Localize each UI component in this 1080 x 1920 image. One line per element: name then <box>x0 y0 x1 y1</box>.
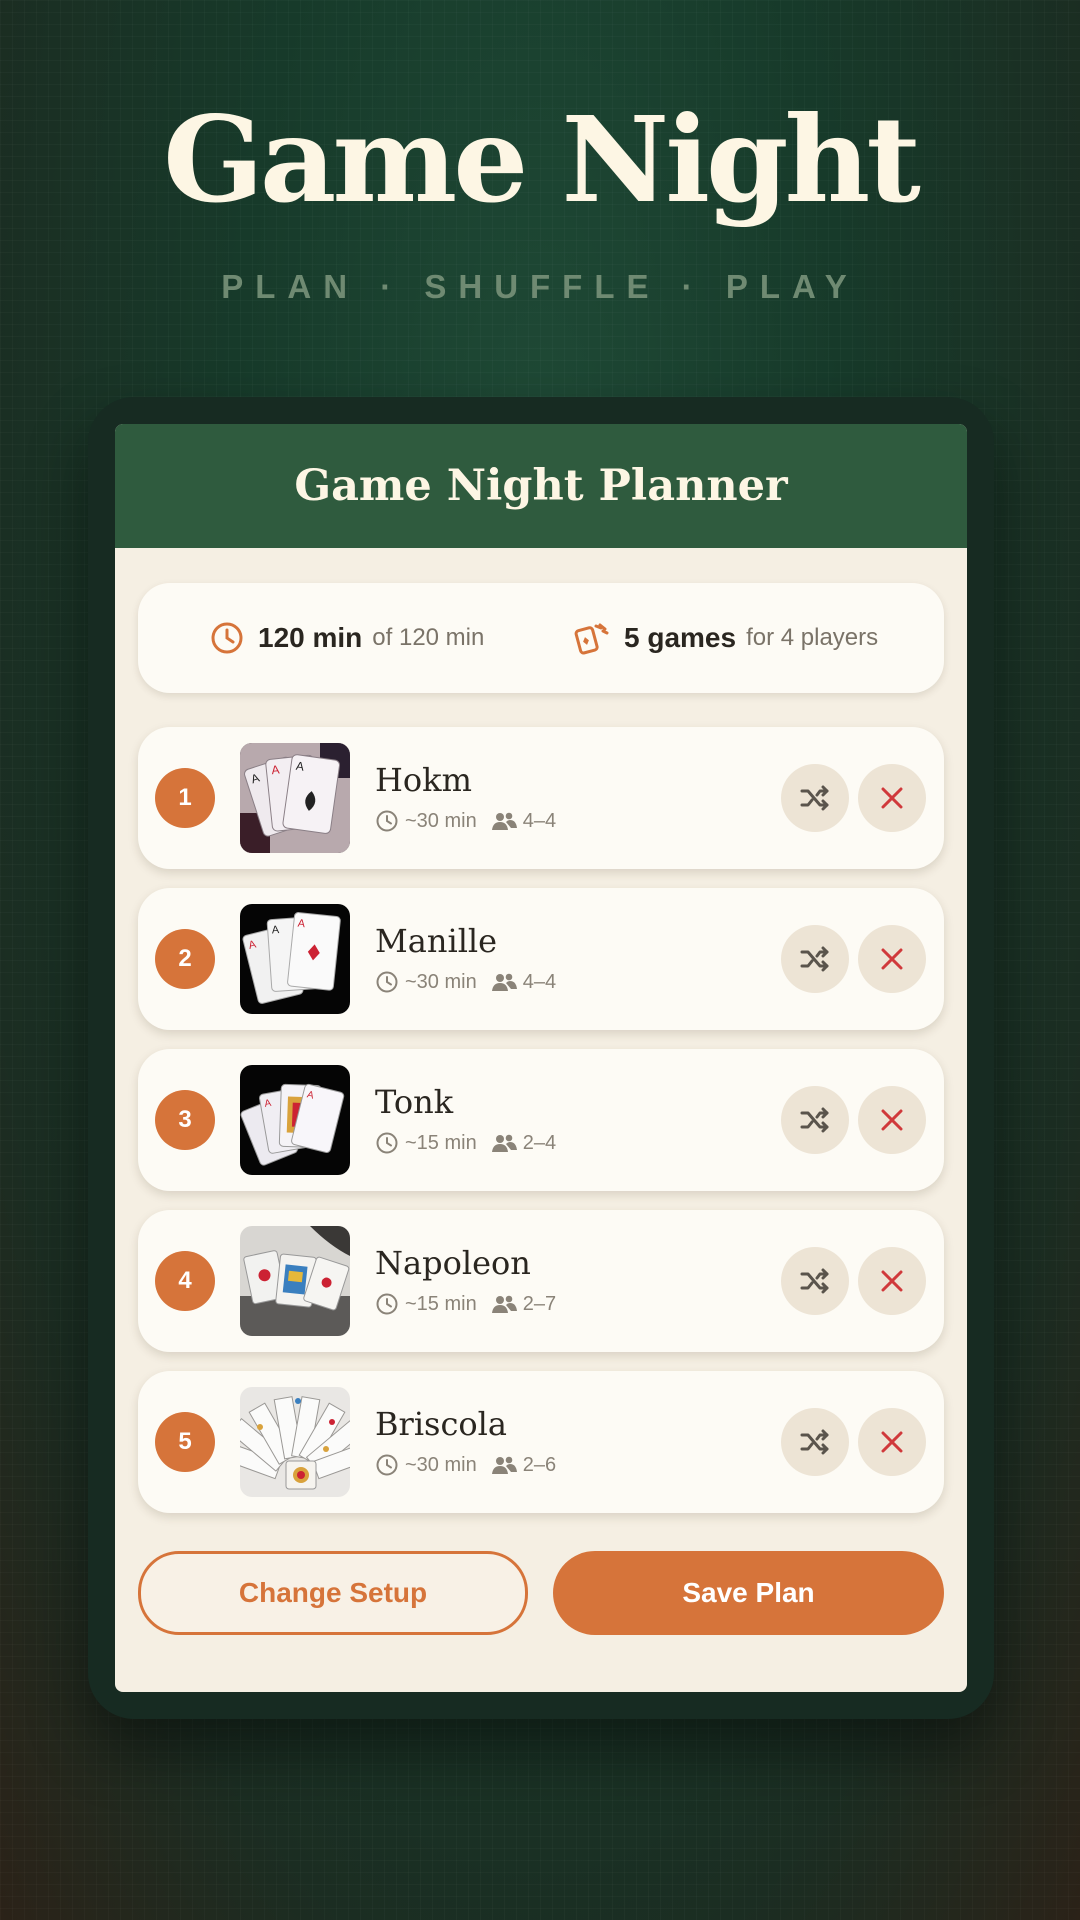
shuffle-icon <box>800 1429 829 1455</box>
players-count: for 4 players <box>746 624 879 651</box>
game-duration: ~15 min <box>405 1292 477 1315</box>
shuffle-icon <box>800 1107 829 1133</box>
shuffle-button[interactable] <box>781 1247 849 1315</box>
planner-title: Game Night Planner <box>294 461 788 511</box>
game-name: Briscola <box>375 1405 507 1443</box>
close-icon <box>881 1109 903 1131</box>
planner-header: Game Night Planner <box>115 424 967 548</box>
game-meta: ~30 min 4–4 <box>375 809 556 833</box>
close-icon <box>881 948 903 970</box>
game-thumbnail: A A <box>240 1065 350 1175</box>
hero-title: Game Night <box>163 90 921 229</box>
game-duration: ~30 min <box>405 1453 477 1476</box>
remove-button[interactable] <box>858 1408 926 1476</box>
game-name: Tonk <box>375 1083 454 1121</box>
shuffle-button[interactable] <box>781 1408 849 1476</box>
svg-text:A: A <box>271 762 280 777</box>
clock-icon <box>211 622 243 654</box>
plan-actions: Change Setup Save Plan <box>138 1551 944 1635</box>
shuffle-button[interactable] <box>781 1086 849 1154</box>
planner-card: Game Night Planner 120 min of 120 min 5 … <box>115 424 967 1692</box>
game-duration: ~15 min <box>405 1131 477 1154</box>
players-icon <box>491 1455 517 1475</box>
hero-subtitle: PLAN · SHUFFLE · PLAY <box>221 268 859 305</box>
players-icon <box>491 1133 517 1153</box>
time-total: 120 min <box>258 622 363 653</box>
clock-icon <box>375 1453 399 1477</box>
remove-button[interactable] <box>858 925 926 993</box>
game-thumbnail <box>240 1387 350 1497</box>
plan-summary: 120 min of 120 min 5 games for 4 players <box>138 583 944 693</box>
shuffle-icon <box>800 785 829 811</box>
close-icon <box>881 1431 903 1453</box>
shuffle-icon <box>800 1268 829 1294</box>
game-name: Hokm <box>375 761 472 799</box>
game-row: 2 A A A Manille ~30 min 4–4 <box>138 888 944 1030</box>
cards-icon <box>574 623 609 655</box>
games-list: 1 A A A Hokm ~30 min 4–4 2 A A A Manille… <box>138 727 944 1532</box>
game-meta: ~30 min 4–4 <box>375 970 556 994</box>
change-setup-button[interactable]: Change Setup <box>138 1551 528 1635</box>
game-players: 2–6 <box>522 1453 557 1476</box>
remove-button[interactable] <box>858 764 926 832</box>
save-plan-button[interactable]: Save Plan <box>553 1551 944 1635</box>
close-icon <box>881 787 903 809</box>
game-thumbnail: A A A <box>240 743 350 853</box>
time-budget: of 120 min <box>372 624 485 651</box>
game-row: 5 Briscola ~30 min 2–6 <box>138 1371 944 1513</box>
players-icon <box>491 811 517 831</box>
game-meta: ~30 min 2–6 <box>375 1453 556 1477</box>
game-name: Napoleon <box>375 1244 531 1282</box>
rank-badge: 2 <box>155 929 215 989</box>
clock-icon <box>375 1292 399 1316</box>
shuffle-button[interactable] <box>781 764 849 832</box>
game-row: 4 Napoleon ~15 min 2–7 <box>138 1210 944 1352</box>
game-duration: ~30 min <box>405 809 477 832</box>
game-players: 4–4 <box>522 970 557 993</box>
game-row: 1 A A A Hokm ~30 min 4–4 <box>138 727 944 869</box>
clock-icon <box>375 809 399 833</box>
remove-button[interactable] <box>858 1247 926 1315</box>
game-meta: ~15 min 2–7 <box>375 1292 556 1316</box>
game-row: 3 A A Tonk ~15 min 2–4 <box>138 1049 944 1191</box>
rank-badge: 4 <box>155 1251 215 1311</box>
shuffle-icon <box>800 946 829 972</box>
games-count: 5 games <box>624 622 737 653</box>
game-players: 4–4 <box>522 809 557 832</box>
players-icon <box>491 1294 517 1314</box>
game-name: Manille <box>375 922 498 960</box>
clock-icon <box>375 970 399 994</box>
remove-button[interactable] <box>858 1086 926 1154</box>
close-icon <box>881 1270 903 1292</box>
game-thumbnail: A A A <box>240 904 350 1014</box>
game-meta: ~15 min 2–4 <box>375 1131 556 1155</box>
games-summary: 5 games for 4 players <box>574 583 878 693</box>
shuffle-button[interactable] <box>781 925 849 993</box>
rank-badge: 3 <box>155 1090 215 1150</box>
clock-icon <box>375 1131 399 1155</box>
game-players: 2–4 <box>522 1131 557 1154</box>
game-players: 2–7 <box>522 1292 557 1315</box>
players-icon <box>491 972 517 992</box>
game-thumbnail <box>240 1226 350 1336</box>
time-summary: 120 min of 120 min <box>210 583 484 693</box>
rank-badge: 1 <box>155 768 215 828</box>
rank-badge: 5 <box>155 1412 215 1472</box>
game-duration: ~30 min <box>405 970 477 993</box>
